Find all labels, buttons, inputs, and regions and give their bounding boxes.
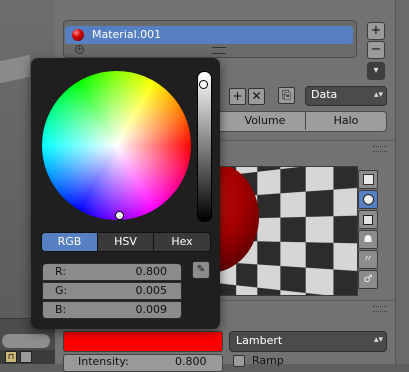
red-channel-field[interactable]: R: 0.800 [42,263,182,281]
channel-label: B: [55,302,66,318]
channel-value: 0.005 [136,283,168,299]
new-material-button[interactable]: + [229,88,246,105]
properties-scrollbar[interactable] [395,0,409,364]
blue-channel-field[interactable]: B: 0.009 [42,301,182,319]
add-material-slot-button[interactable]: + [367,22,385,40]
panel-drag-grip[interactable] [373,306,387,312]
eyedropper-icon[interactable]: ✎ [192,261,210,279]
tab-hsv[interactable]: HSV [97,232,154,252]
green-channel-field[interactable]: G: 0.005 [42,282,182,300]
tab-halo[interactable]: Halo [305,111,386,130]
material-slot-label: Material.001 [92,27,161,43]
list-resize-grip[interactable] [212,47,226,54]
monkey-icon: ☗ [359,231,377,248]
preview-flat-button[interactable] [358,170,378,189]
preview-cube-button[interactable] [358,210,378,229]
viewport-scroll-handle[interactable] [2,334,50,348]
channel-value: 0.009 [136,302,168,318]
plane-icon [363,174,374,185]
diffuse-shader-label: Lambert [236,333,282,348]
remove-material-slot-button[interactable]: − [367,41,385,59]
tab-volume[interactable]: Volume [225,111,305,130]
channel-value: 0.800 [136,264,168,280]
channel-label: R: [55,264,66,280]
preview-hair-button[interactable]: 〃 [358,250,378,269]
hair-icon: 〃 [359,251,377,268]
editor-type-icon[interactable]: ⊓ [5,351,17,363]
cube-icon [363,215,373,225]
intensity-value: 0.800 [175,355,207,369]
color-wheel[interactable] [42,71,191,220]
diffuse-color-swatch[interactable] [63,331,223,352]
ramp-label: Ramp [252,354,284,368]
material-specials-menu-button[interactable]: ▾ [367,62,385,80]
preview-monkey-button[interactable]: ☗ [358,230,378,249]
list-expand-icon[interactable]: + [75,45,84,54]
value-slider-handle[interactable] [199,80,208,89]
sphere-icon [363,194,374,205]
channel-label: G: [55,283,67,299]
unlink-material-button[interactable]: ✕ [248,88,265,105]
link-data-select-label: Data [311,88,337,102]
menu-icon[interactable] [20,351,32,363]
ramp-checkbox[interactable] [233,355,245,367]
color-wheel-cursor[interactable] [115,211,124,220]
select-arrow-icon: ▴▾ [374,88,383,102]
browse-material-icon[interactable]: ⎘ [278,87,295,104]
preview-sky-button[interactable]: ♂ [358,270,378,289]
tab-hex[interactable]: Hex [153,232,211,252]
tab-rgb[interactable]: RGB [41,232,98,252]
panel-drag-grip[interactable] [373,146,387,152]
sky-icon: ♂ [359,271,377,288]
intensity-label: Intensity: [78,355,129,369]
preview-sphere-button[interactable] [358,190,378,209]
material-sphere-icon [72,29,84,41]
select-arrow-icon: ▴▾ [374,333,383,348]
value-slider[interactable] [197,71,212,222]
